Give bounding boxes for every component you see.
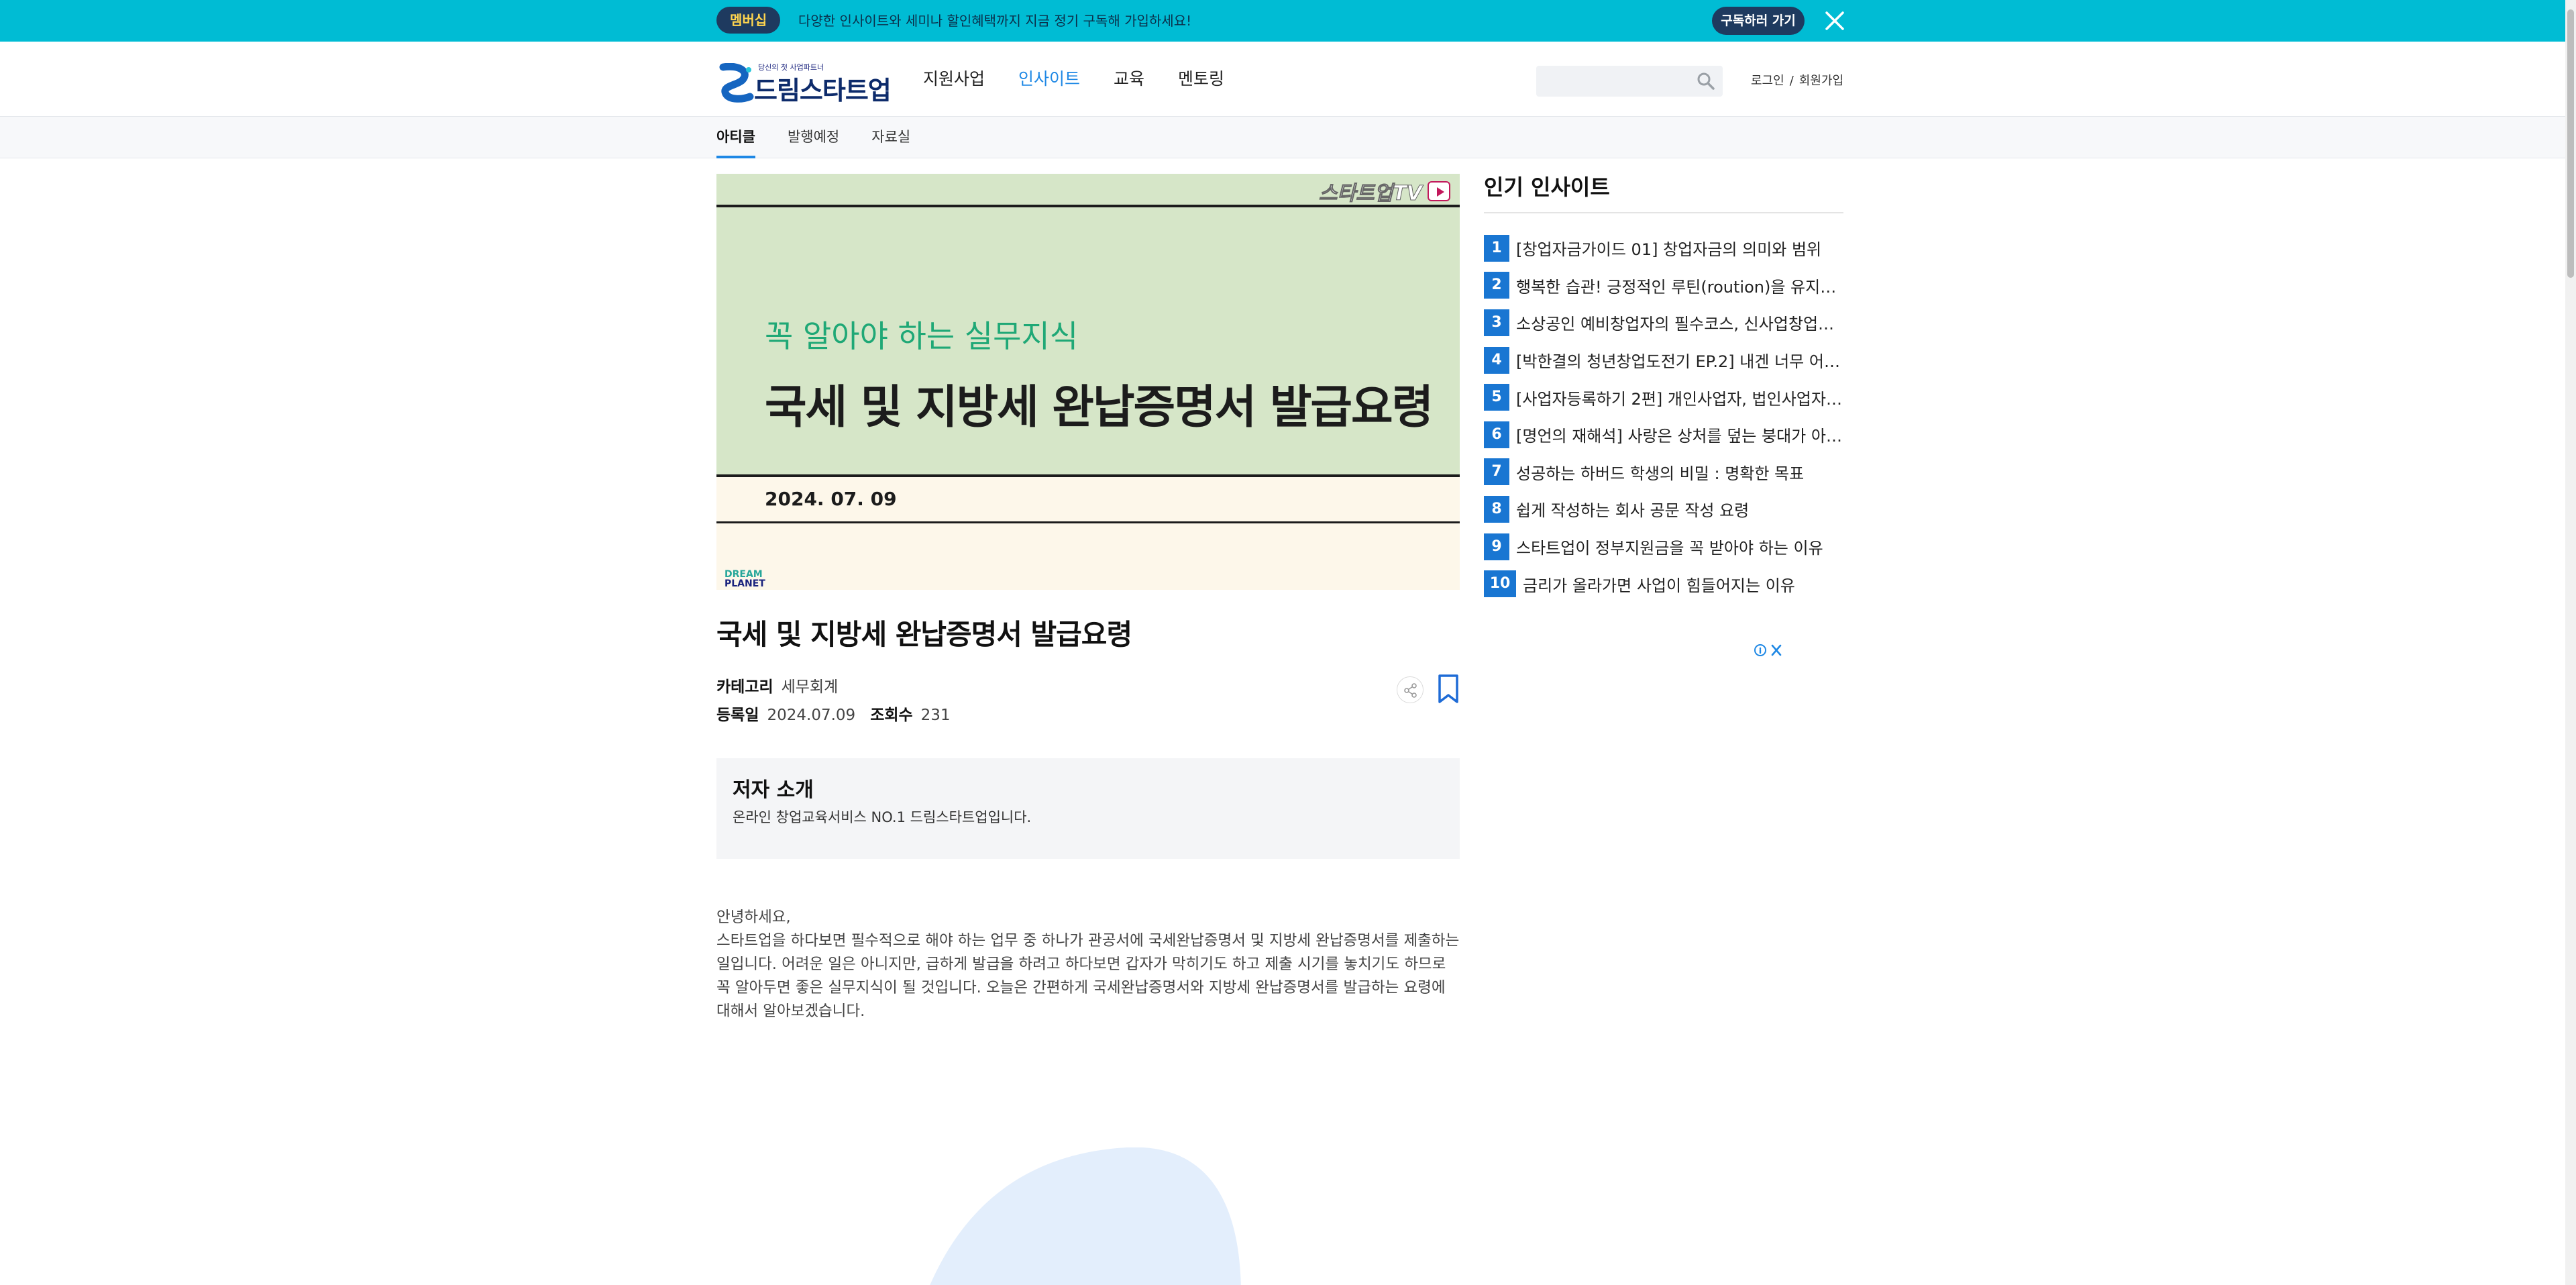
- site-logo[interactable]: 당신의 첫 사업파트너 드림스타트업: [716, 60, 898, 105]
- body-paragraph: 스타트업을 하다보면 필수적으로 해야 하는 업무 중 하나가 관공서에 국세완…: [716, 932, 1460, 1020]
- rank-badge: 10: [1484, 570, 1516, 598]
- hero-divider: [716, 474, 1460, 477]
- tab-article[interactable]: 아티클: [716, 117, 755, 158]
- list-item-title[interactable]: [박한결의 청년창업도전기 EP.2] 내겐 너무 어려운 창업: [1516, 348, 1843, 372]
- rank-badge: 7: [1484, 458, 1509, 486]
- list-item[interactable]: 2 행복한 습관! 긍정적인 루틴(roution)을 유지하자: [1484, 267, 1843, 305]
- sidebar-divider: [1484, 212, 1843, 213]
- popular-insights-title: 인기 인사이트: [1484, 174, 1610, 200]
- category-value: 세무회계: [781, 678, 839, 696]
- brand-line-1: DREAM: [724, 569, 763, 580]
- bookmark-icon[interactable]: [1437, 674, 1460, 705]
- rank-badge: 1: [1484, 234, 1509, 262]
- auth-links: 로그인 / 회원가입: [1751, 71, 1849, 89]
- views-value: 231: [920, 707, 951, 724]
- date-value: 2024.07.09: [767, 707, 856, 724]
- body-greeting: 안녕하세요,: [716, 909, 791, 926]
- close-icon[interactable]: [1823, 9, 1846, 32]
- author-box: 저자 소개 온라인 창업교육서비스 NO.1 드림스타트업입니다.: [716, 758, 1460, 859]
- list-item-title[interactable]: 성공하는 하버드 학생의 비밀 : 명확한 목표: [1516, 460, 1843, 484]
- hero-title: 국세 및 지방세 완납증명서 발급요령: [765, 381, 1434, 434]
- list-item-title[interactable]: 스타트업이 정부지원금을 꼭 받아야 하는 이유: [1516, 535, 1843, 558]
- list-item-title[interactable]: 쉽게 작성하는 회사 공문 작성 요령: [1516, 497, 1843, 521]
- hero-kicker: 꼭 알아야 하는 실무지식: [765, 318, 1079, 354]
- tab-upcoming[interactable]: 발행예정: [788, 117, 839, 158]
- list-item-title[interactable]: [사업자등록하기 2편] 개인사업자, 법인사업자 등록방법: [1516, 386, 1843, 409]
- site-header: 당신의 첫 사업파트너 드림스타트업 지원사업 인사이트 교육 멘토링 로그인 /…: [0, 42, 2565, 117]
- share-icon: [1404, 683, 1417, 698]
- list-item[interactable]: 3 소상공인 예비창업자의 필수코스, 신사업창업사관학교: [1484, 304, 1843, 342]
- list-item-title[interactable]: 금리가 올라가면 사업이 힘들어지는 이유: [1523, 572, 1843, 596]
- rank-badge: 5: [1484, 384, 1509, 411]
- list-item-title[interactable]: [창업자금가이드 01] 창업자금의 의미와 범위: [1516, 236, 1843, 260]
- auth-separator: /: [1789, 74, 1794, 88]
- tv-label: 스타트업TV: [1318, 182, 1422, 206]
- list-item[interactable]: 10 금리가 올라가면 사업이 힘들어지는 이유: [1484, 565, 1843, 603]
- page-scrollbar[interactable]: [2565, 0, 2576, 1285]
- category-label: 카테고리: [716, 678, 773, 696]
- logo-text: 드림스타트업: [754, 76, 892, 105]
- list-item[interactable]: 6 [명언의 재해석] 사랑은 상처를 덮는 붕대가 아니다: [1484, 416, 1843, 454]
- list-item-title[interactable]: [명언의 재해석] 사랑은 상처를 덮는 붕대가 아니다: [1516, 423, 1843, 446]
- subscribe-button[interactable]: 구독하러 가기: [1712, 7, 1805, 35]
- brand-line-2: PLANET: [724, 578, 765, 589]
- rank-badge: 4: [1484, 346, 1509, 374]
- rank-badge: 8: [1484, 495, 1509, 523]
- nav-item-support[interactable]: 지원사업: [923, 67, 985, 91]
- author-heading: 저자 소개: [733, 778, 814, 802]
- hero-divider: [716, 521, 1460, 523]
- promo-banner: 멤버십 다양한 인사이트와 세미나 할인혜택까지 지금 정기 구독해 가입하세요…: [0, 0, 2565, 42]
- startup-tv-logo: 스타트업TV: [1312, 178, 1457, 206]
- login-link[interactable]: 로그인: [1751, 74, 1784, 88]
- scrollbar-thumb[interactable]: [2567, 9, 2574, 278]
- list-item[interactable]: 9 스타트업이 정부지원금을 꼭 받아야 하는 이유: [1484, 528, 1843, 566]
- list-item-title[interactable]: 행복한 습관! 긍정적인 루틴(roution)을 유지하자: [1516, 274, 1843, 297]
- sub-nav: 아티클 발행예정 자료실: [0, 117, 2565, 158]
- hero-date: 2024. 07. 09: [765, 488, 897, 510]
- popular-insights-list: 1 [창업자금가이드 01] 창업자금의 의미와 범위 2 행복한 습관! 긍정적인…: [1484, 229, 1843, 603]
- views-label: 조회수: [870, 707, 913, 724]
- search-icon[interactable]: [1696, 71, 1716, 91]
- promo-text: 다양한 인사이트와 세미나 할인혜택까지 지금 정기 구독해 가입하세요!: [798, 13, 1192, 29]
- main-nav: 지원사업 인사이트 교육 멘토링: [923, 67, 1224, 91]
- date-label: 등록일: [716, 707, 759, 724]
- dream-planet-logo: DREAM PLANET: [724, 570, 765, 588]
- author-description: 온라인 창업교육서비스 NO.1 드림스타트업입니다.: [733, 809, 1032, 825]
- list-item[interactable]: 8 쉽게 작성하는 회사 공문 작성 요령: [1484, 491, 1843, 528]
- date-views-row: 등록일 2024.07.09 조회수 231: [716, 702, 951, 725]
- ad-choices-icon[interactable]: [1754, 643, 1784, 658]
- list-item[interactable]: 1 [창업자금가이드 01] 창업자금의 의미와 범위: [1484, 229, 1843, 267]
- list-item-title[interactable]: 소상공인 예비창업자의 필수코스, 신사업창업사관학교: [1516, 311, 1843, 334]
- tab-resources[interactable]: 자료실: [871, 117, 910, 158]
- rank-badge: 2: [1484, 272, 1509, 299]
- rank-badge: 6: [1484, 421, 1509, 448]
- signup-link[interactable]: 회원가입: [1799, 74, 1843, 88]
- nav-item-mentoring[interactable]: 멘토링: [1178, 67, 1224, 91]
- share-button[interactable]: [1397, 676, 1424, 703]
- nav-item-education[interactable]: 교육: [1114, 67, 1144, 91]
- search-input[interactable]: [1536, 66, 1723, 97]
- article-hero-image: 스타트업TV 꼭 알아야 하는 실무지식 국세 및 지방세 완납증명서 발급요령…: [716, 174, 1460, 590]
- nav-item-insight[interactable]: 인사이트: [1018, 67, 1080, 91]
- list-item[interactable]: 5 [사업자등록하기 2편] 개인사업자, 법인사업자 등록방법: [1484, 378, 1843, 416]
- play-icon: [1428, 181, 1450, 201]
- rank-badge: 3: [1484, 309, 1509, 336]
- list-item[interactable]: 7 성공하는 하버드 학생의 비밀 : 명확한 목표: [1484, 454, 1843, 491]
- rank-badge: 9: [1484, 533, 1509, 560]
- list-item[interactable]: 4 [박한결의 청년창업도전기 EP.2] 내겐 너무 어려운 창업: [1484, 342, 1843, 379]
- article-body: 안녕하세요, 스타트업을 하다보면 필수적으로 해야 하는 업무 중 하나가 관…: [716, 906, 1460, 1023]
- article-title: 국세 및 지방세 완납증명서 발급요령: [716, 618, 1132, 651]
- decorative-shape: [930, 1147, 1241, 1285]
- membership-badge: 멤버십: [716, 7, 781, 34]
- logo-mark-icon: [719, 63, 754, 103]
- category-row: 카테고리 세무회계: [716, 674, 838, 697]
